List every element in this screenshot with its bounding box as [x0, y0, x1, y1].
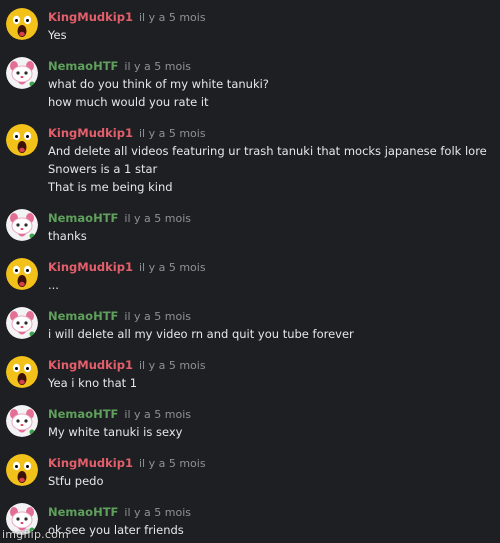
- timestamp: il y a 5 mois: [124, 408, 191, 421]
- tanuki-avatar-icon[interactable]: [6, 307, 38, 339]
- comment-header: KingMudkip1 il y a 5 mois: [48, 356, 206, 372]
- timestamp: il y a 5 mois: [124, 212, 191, 225]
- comment-header: KingMudkip1 il y a 5 mois: [48, 454, 206, 470]
- comment-text: Yes: [48, 28, 67, 42]
- comment-header: KingMudkip1 il y a 5 mois: [48, 258, 206, 274]
- screaming-face-avatar-icon[interactable]: [6, 454, 38, 486]
- comment-text: ...: [48, 278, 59, 292]
- comment-text: Stfu pedo: [48, 474, 104, 488]
- comment-text: My white tanuki is sexy: [48, 425, 183, 439]
- timestamp: il y a 5 mois: [138, 457, 206, 470]
- comment-header: NemaoHTF il y a 5 mois: [48, 503, 191, 519]
- comment-header: NemaoHTF il y a 5 mois: [48, 307, 191, 323]
- author-name[interactable]: NemaoHTF: [48, 59, 118, 73]
- comment-header: NemaoHTF il y a 5 mois: [48, 209, 191, 225]
- timestamp: il y a 5 mois: [138, 11, 206, 24]
- screaming-face-avatar-icon[interactable]: [6, 8, 38, 40]
- timestamp: il y a 5 mois: [124, 506, 191, 519]
- timestamp: il y a 5 mois: [138, 127, 206, 140]
- screaming-face-avatar-icon[interactable]: [6, 258, 38, 290]
- screaming-face-avatar-icon[interactable]: [6, 356, 38, 388]
- comment-text: i will delete all my video rn and quit y…: [48, 327, 354, 341]
- comment-text: thanks: [48, 229, 87, 243]
- comment-text: how much would you rate it: [48, 95, 209, 109]
- timestamp: il y a 5 mois: [138, 359, 206, 372]
- timestamp: il y a 5 mois: [138, 261, 206, 274]
- screaming-face-avatar-icon[interactable]: [6, 124, 38, 156]
- comment-text: Yea i kno that 1: [48, 376, 138, 390]
- author-name[interactable]: KingMudkip1: [48, 260, 133, 274]
- comment-header: NemaoHTF il y a 5 mois: [48, 405, 191, 421]
- comment-header: KingMudkip1 il y a 5 mois: [48, 124, 206, 140]
- author-name[interactable]: KingMudkip1: [48, 358, 133, 372]
- author-name[interactable]: NemaoHTF: [48, 211, 118, 225]
- author-name[interactable]: KingMudkip1: [48, 456, 133, 470]
- comment-thread: KingMudkip1 il y a 5 mois Yes NemaoHTF il …: [0, 0, 500, 543]
- comment-text: Snowers is a 1 star: [48, 162, 158, 176]
- tanuki-avatar-icon[interactable]: [6, 209, 38, 241]
- author-name[interactable]: NemaoHTF: [48, 407, 118, 421]
- tanuki-avatar-icon[interactable]: [6, 57, 38, 89]
- comment-text: That is me being kind: [48, 180, 173, 194]
- imgflip-watermark: imgflip.com: [2, 528, 69, 541]
- comment-header: KingMudkip1 il y a 5 mois: [48, 8, 206, 24]
- timestamp: il y a 5 mois: [124, 60, 191, 73]
- comment-text: And delete all videos featuring ur trash…: [48, 144, 487, 158]
- author-name[interactable]: NemaoHTF: [48, 309, 118, 323]
- comment-header: NemaoHTF il y a 5 mois: [48, 57, 191, 73]
- author-name[interactable]: NemaoHTF: [48, 505, 118, 519]
- tanuki-avatar-icon[interactable]: [6, 405, 38, 437]
- author-name[interactable]: KingMudkip1: [48, 10, 133, 24]
- comment-text: what do you think of my white tanuki?: [48, 77, 269, 91]
- timestamp: il y a 5 mois: [124, 310, 191, 323]
- author-name[interactable]: KingMudkip1: [48, 126, 133, 140]
